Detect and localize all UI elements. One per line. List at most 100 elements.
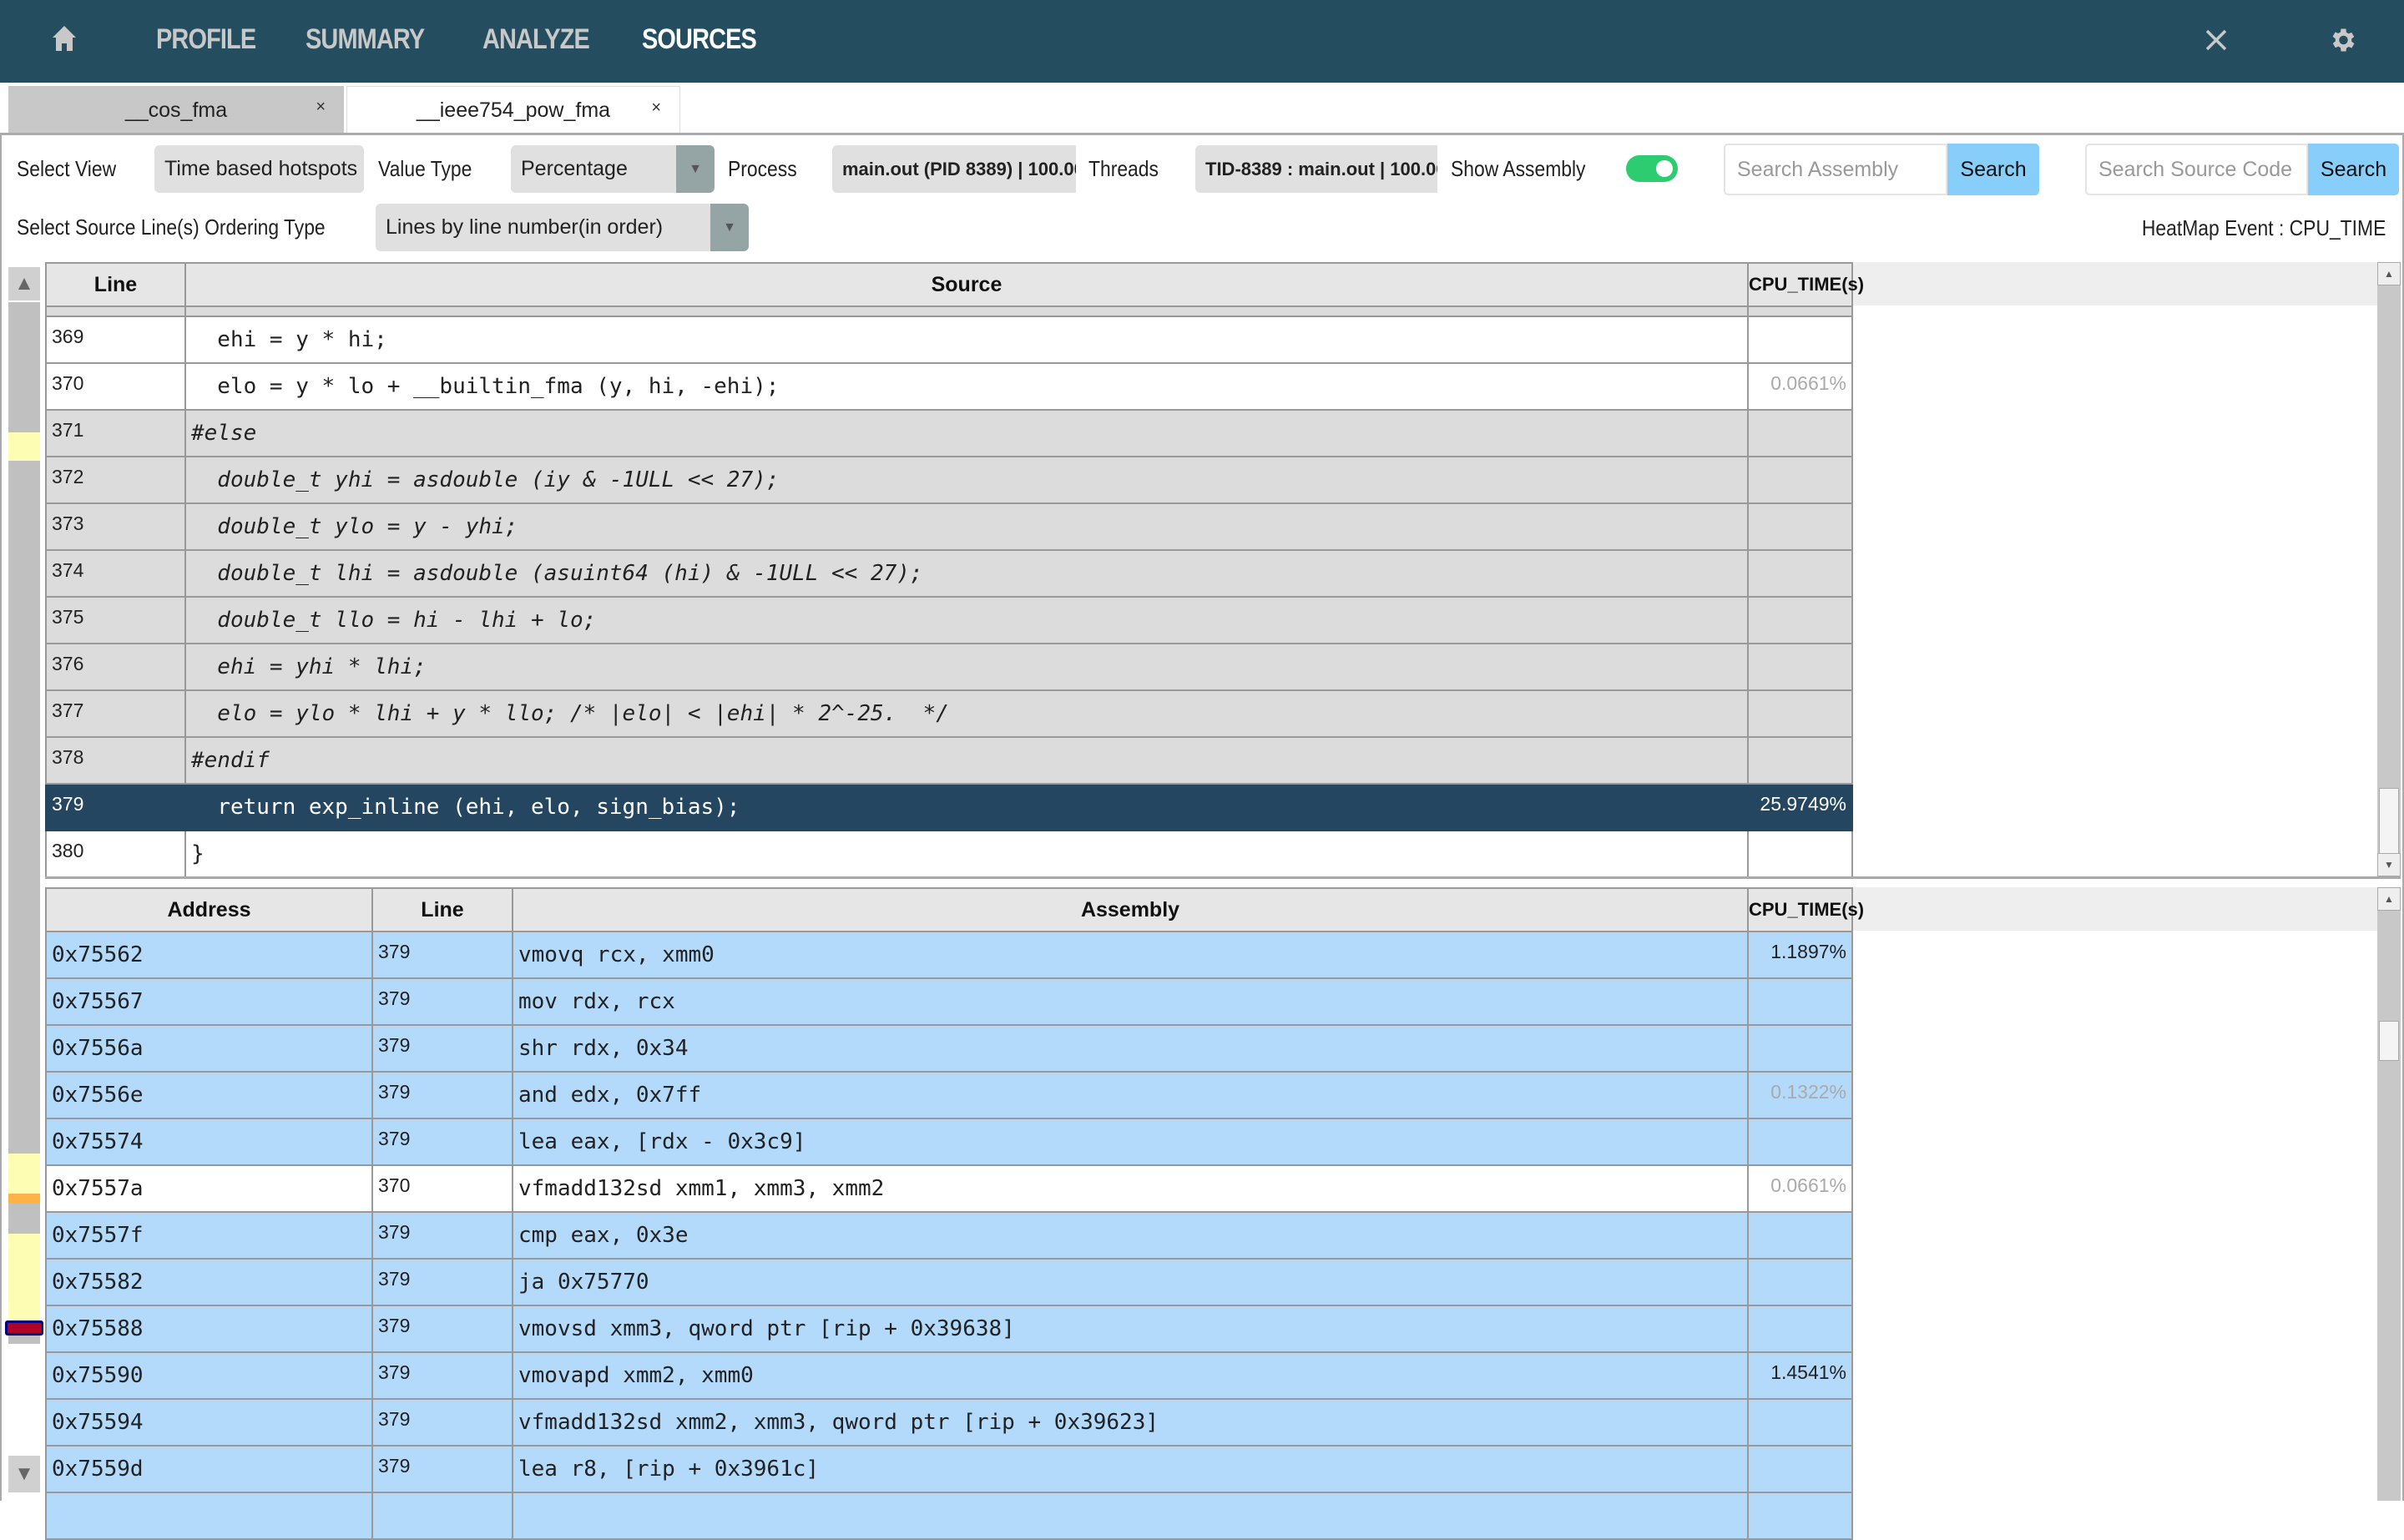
chevron-down-icon[interactable]: ▼ xyxy=(710,204,749,251)
scroll-up-icon[interactable]: ▲ xyxy=(2377,887,2401,911)
cpu-time xyxy=(1747,1445,1853,1493)
heatmap-scroll-down-icon[interactable]: ▼ xyxy=(8,1456,40,1492)
search-source-button[interactable]: Search xyxy=(2308,144,2399,195)
assembly-row[interactable]: 0x7559d 379 lea r8, [rip + 0x3961c] xyxy=(45,1445,1853,1493)
nav-analyze[interactable]: ANALYZE xyxy=(482,23,590,56)
line-number: 379 xyxy=(45,783,186,831)
assembly-row[interactable]: 0x75588 379 vmovsd xmm3, qword ptr [rip + … xyxy=(45,1305,1853,1353)
close-tab-icon[interactable]: × xyxy=(651,98,661,118)
cpu-time xyxy=(1747,1398,1853,1447)
assembly-row[interactable]: 0x7556a 379 shr rdx, 0x34 xyxy=(45,1024,1853,1073)
show-assembly-toggle[interactable] xyxy=(1626,155,1678,182)
source-row-373[interactable]: 373 double_t ylo = y - yhi; xyxy=(45,502,1853,551)
heatmap-segment xyxy=(8,1194,40,1204)
nav-profile[interactable]: PROFILE xyxy=(156,23,256,56)
source-row-371[interactable]: 371 #else xyxy=(45,409,1853,457)
assembly-instruction: vmovapd xmm2, xmm0 xyxy=(512,1351,1749,1400)
threads-label: Threads xyxy=(1088,156,1159,181)
column-header-line[interactable]: Line xyxy=(45,262,186,307)
cpu-time xyxy=(1747,316,1853,364)
source-row-369[interactable]: 369 ehi = y * hi; xyxy=(45,316,1853,364)
heatmap-scroll-up-icon[interactable]: ▲ xyxy=(8,267,40,300)
value-type-value: Percentage xyxy=(521,157,628,180)
address: 0x7556e xyxy=(45,1071,373,1119)
search-assembly-button[interactable]: Search xyxy=(1947,144,2039,195)
address: 0x75574 xyxy=(45,1118,373,1166)
select-view-label: Select View xyxy=(17,156,117,181)
process-dropdown[interactable]: main.out (PID 8389) | 100.000 xyxy=(832,145,1076,193)
chevron-down-icon[interactable]: ▼ xyxy=(676,145,715,193)
scrollbar-thumb[interactable] xyxy=(2379,788,2399,856)
source-scrollbar[interactable]: ▲ ▼ xyxy=(2377,262,2401,876)
assembly-row[interactable]: 0x75574 379 lea eax, [rdx - 0x3c9] xyxy=(45,1118,1853,1166)
source-row-372[interactable]: 372 double_t yhi = asdouble (iy & -1ULL … xyxy=(45,456,1853,504)
close-icon[interactable] xyxy=(2205,28,2228,52)
scroll-up-icon[interactable]: ▲ xyxy=(2377,262,2401,285)
assembly-row[interactable]: 0x7557a 370 vfmadd132sd xmm1, xmm3, xmm2 0.… xyxy=(45,1164,1853,1213)
line-number: 379 xyxy=(371,977,513,1026)
source-row-370[interactable]: 370 elo = y * lo + __builtin_fma (y, hi,… xyxy=(45,362,1853,411)
heatmap-segment xyxy=(8,302,40,432)
gear-icon[interactable] xyxy=(2327,25,2357,55)
close-tab-icon[interactable]: × xyxy=(316,98,326,117)
source-code: ehi = y * hi; xyxy=(184,316,1749,364)
column-header-cpu-time[interactable]: CPU_TIME(s) xyxy=(1747,262,1864,307)
assembly-row[interactable]: 0x75562 379 vmovq rcx, xmm0 1.1897% xyxy=(45,931,1853,979)
threads-dropdown[interactable]: TID-8389 : main.out | 100.000 xyxy=(1195,145,1437,193)
line-number: 375 xyxy=(45,596,186,644)
ordering-type-dropdown[interactable]: Lines by line number(in order) ▼ xyxy=(376,204,749,251)
nav-sources[interactable]: SOURCES xyxy=(642,23,757,56)
assembly-instruction: lea r8, [rip + 0x3961c] xyxy=(512,1445,1749,1493)
tab-cos-fma[interactable]: __cos_fma × xyxy=(8,86,344,134)
assembly-scrollbar[interactable]: ▲ xyxy=(2377,887,2401,1501)
source-row-379[interactable]: 379 return exp_inline (ehi, elo, sign_bi… xyxy=(45,783,1853,831)
scroll-down-icon[interactable]: ▼ xyxy=(2377,853,2401,876)
source-code: double_t lhi = asdouble (asuint64 (hi) &… xyxy=(184,549,1749,598)
line-number: 379 xyxy=(371,1351,513,1400)
heatmap-segment xyxy=(8,1204,40,1234)
assembly-row[interactable]: 0x75567 379 mov rdx, rcx xyxy=(45,977,1853,1026)
assembly-row[interactable]: 0x75590 379 vmovapd xmm2, xmm0 1.4541% xyxy=(45,1351,1853,1400)
line-number: 379 xyxy=(371,1071,513,1119)
column-header-address[interactable]: Address xyxy=(45,887,373,932)
column-header-assembly[interactable]: Assembly xyxy=(512,887,1749,932)
column-header-cpu-time[interactable]: CPU_TIME(s) xyxy=(1747,887,1864,932)
source-row-377[interactable]: 377 elo = ylo * lhi + y * llo; /* |elo| … xyxy=(45,689,1853,738)
line-number: 379 xyxy=(371,1445,513,1493)
cpu-time xyxy=(1747,643,1853,691)
search-assembly-input[interactable]: Search Assembly xyxy=(1724,144,1947,195)
assembly-row[interactable]: 0x75582 379 ja 0x75770 xyxy=(45,1258,1853,1306)
address: 0x75594 xyxy=(45,1398,373,1447)
assembly-row[interactable] xyxy=(45,1492,1853,1540)
tab-divider xyxy=(0,133,2404,135)
source-row-375[interactable]: 375 double_t llo = hi - lhi + lo; xyxy=(45,596,1853,644)
source-code: double_t ylo = y - yhi; xyxy=(184,502,1749,551)
scrollbar-thumb[interactable] xyxy=(2379,1021,2399,1061)
home-icon[interactable] xyxy=(52,25,77,52)
tab-ieee754-pow-fma[interactable]: __ieee754_pow_fma × xyxy=(346,86,680,134)
column-header-source[interactable]: Source xyxy=(184,262,1749,307)
cpu-time: 1.1897% xyxy=(1747,931,1853,979)
search-source-input[interactable]: Search Source Code xyxy=(2085,144,2308,195)
source-row-380[interactable]: 380} xyxy=(45,830,1853,878)
assembly-row[interactable]: 0x75594 379 vfmadd132sd xmm2, xmm3, qword … xyxy=(45,1398,1853,1447)
source-row-376[interactable]: 376 ehi = yhi * lhi; xyxy=(45,643,1853,691)
cpu-time xyxy=(1747,830,1853,878)
heatmap-current-marker[interactable] xyxy=(5,1320,43,1336)
source-row-378[interactable]: 378 #endif xyxy=(45,736,1853,785)
line-number: 374 xyxy=(45,549,186,598)
column-header-line[interactable]: Line xyxy=(371,887,513,932)
cpu-time: 25.9749% xyxy=(1747,783,1853,831)
source-row-374[interactable]: 374 double_t lhi = asdouble (asuint64 (h… xyxy=(45,549,1853,598)
partial-row xyxy=(45,305,186,317)
value-type-dropdown[interactable]: Percentage ▼ xyxy=(511,145,715,193)
heatmap-event-label: HeatMap Event : CPU_TIME xyxy=(2141,215,2386,240)
assembly-row[interactable]: 0x7557f 379 cmp eax, 0x3e xyxy=(45,1211,1853,1260)
select-view-dropdown[interactable]: Time based hotspots xyxy=(154,145,364,193)
nav-summary[interactable]: SUMMARY xyxy=(306,23,425,56)
line-number: 379 xyxy=(371,1118,513,1166)
assembly-row[interactable]: 0x7556e 379 and edx, 0x7ff 0.1322% xyxy=(45,1071,1853,1119)
pane-splitter[interactable] xyxy=(45,876,2401,879)
line-number xyxy=(371,1492,513,1540)
source-code: #endif xyxy=(184,736,1749,785)
